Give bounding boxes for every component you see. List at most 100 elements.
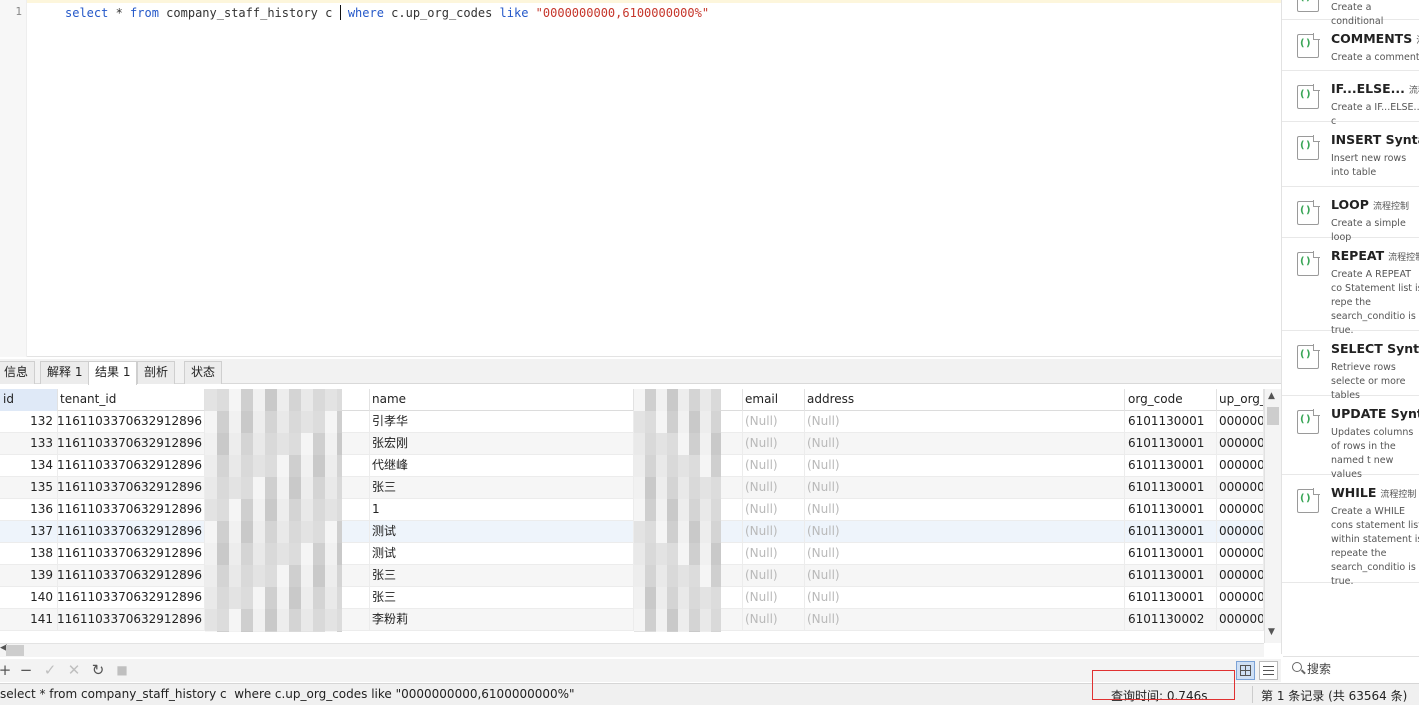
- cell-address[interactable]: (Null): [804, 521, 1125, 543]
- cell-org-code[interactable]: 6101130001: [1125, 587, 1217, 609]
- cell-address[interactable]: (Null): [804, 587, 1125, 609]
- apply-changes-icon[interactable]: ✓: [41, 661, 59, 679]
- cell-org-code[interactable]: 6101130001: [1125, 499, 1217, 521]
- cell-tenant-id[interactable]: 1161103370632912896: [57, 609, 205, 631]
- snippet-item[interactable]: Create a conditional: [1282, 0, 1419, 27]
- cell-org-code[interactable]: 6101130001: [1125, 411, 1217, 433]
- cell-up-org-codes[interactable]: 000000000: [1216, 433, 1264, 455]
- cell-name[interactable]: 张宏刚: [369, 433, 634, 455]
- snippet-item-if-else[interactable]: IF...ELSE...流程控 Create a IF...ELSE... c: [1282, 71, 1419, 127]
- cell-up-org-codes[interactable]: 000000000: [1216, 499, 1264, 521]
- cell-address[interactable]: (Null): [804, 609, 1125, 631]
- cell-name[interactable]: 测试: [369, 543, 634, 565]
- discard-changes-icon[interactable]: ✕: [65, 661, 83, 679]
- table-row[interactable]: 136 1161103370632912896 1 (Null) (Null) 61011…: [0, 499, 1264, 521]
- grid-view-button[interactable]: [1236, 661, 1255, 680]
- cell-id[interactable]: 136: [0, 499, 58, 521]
- table-row[interactable]: 140 1161103370632912896 张三 (Null) (Null) 6101…: [0, 587, 1264, 609]
- table-row[interactable]: 134 1161103370632912896 代继峰 (Null) (Null) 610…: [0, 455, 1264, 477]
- cell-org-code[interactable]: 6101130002: [1125, 609, 1217, 631]
- tab-status[interactable]: 状态: [184, 361, 223, 384]
- cell-name[interactable]: 张三: [369, 565, 634, 587]
- scrollbar-thumb[interactable]: [6, 645, 24, 656]
- cell-name[interactable]: 张三: [369, 477, 634, 499]
- cell-org-code[interactable]: 6101130001: [1125, 455, 1217, 477]
- cell-email[interactable]: (Null): [742, 455, 805, 477]
- column-header-id[interactable]: id: [0, 389, 58, 411]
- cell-address[interactable]: (Null): [804, 543, 1125, 565]
- vertical-scrollbar[interactable]: ▲ ▼: [1264, 389, 1281, 643]
- sql-editor[interactable]: 1 select * from company_staff_history c …: [0, 0, 1281, 357]
- tab-explain[interactable]: 解释 1: [40, 361, 90, 384]
- cell-org-code[interactable]: 6101130001: [1125, 565, 1217, 587]
- cell-name[interactable]: 1: [369, 499, 634, 521]
- column-header-address[interactable]: address: [804, 389, 1125, 411]
- cell-up-org-codes[interactable]: 000000000: [1216, 587, 1264, 609]
- cell-org-code[interactable]: 6101130001: [1125, 521, 1217, 543]
- add-record-icon[interactable]: +: [0, 661, 14, 679]
- cell-id[interactable]: 138: [0, 543, 58, 565]
- cell-up-org-codes[interactable]: 000000000: [1216, 477, 1264, 499]
- snippet-item-insert[interactable]: INSERT Syntax Insert new rows into table: [1282, 122, 1419, 187]
- cell-name[interactable]: 张三: [369, 587, 634, 609]
- cell-up-org-codes[interactable]: 000000000: [1216, 411, 1264, 433]
- cell-tenant-id[interactable]: 1161103370632912896: [57, 455, 205, 477]
- cell-address[interactable]: (Null): [804, 455, 1125, 477]
- cell-tenant-id[interactable]: 1161103370632912896: [57, 521, 205, 543]
- cell-email[interactable]: (Null): [742, 499, 805, 521]
- cell-id[interactable]: 133: [0, 433, 58, 455]
- refresh-icon[interactable]: ↻: [89, 661, 107, 679]
- cell-email[interactable]: (Null): [742, 521, 805, 543]
- cell-email[interactable]: (Null): [742, 565, 805, 587]
- delete-record-icon[interactable]: −: [17, 661, 35, 679]
- scroll-up-arrow-icon[interactable]: ▲: [1268, 391, 1275, 401]
- cell-tenant-id[interactable]: 1161103370632912896: [57, 587, 205, 609]
- tab-info[interactable]: 信息: [0, 361, 36, 384]
- cell-id[interactable]: 134: [0, 455, 58, 477]
- cell-id[interactable]: 139: [0, 565, 58, 587]
- cell-id[interactable]: 137: [0, 521, 58, 543]
- cell-email[interactable]: (Null): [742, 477, 805, 499]
- table-row[interactable]: 139 1161103370632912896 张三 (Null) (Null) 6101…: [0, 565, 1264, 587]
- cell-tenant-id[interactable]: 1161103370632912896: [57, 411, 205, 433]
- horizontal-scrollbar[interactable]: ◀: [0, 643, 1264, 657]
- cell-org-code[interactable]: 6101130001: [1125, 433, 1217, 455]
- cell-org-code[interactable]: 6101130001: [1125, 543, 1217, 565]
- cell-name[interactable]: 李粉莉: [369, 609, 634, 631]
- table-row[interactable]: 138 1161103370632912896 测试 (Null) (Null) 6101…: [0, 543, 1264, 565]
- scrollbar-thumb[interactable]: [1267, 407, 1279, 425]
- cell-email[interactable]: (Null): [742, 587, 805, 609]
- table-row[interactable]: 137 1161103370632912896 测试 (Null) (Null) 6101…: [0, 521, 1264, 543]
- result-grid[interactable]: id tenant_id name email address org_code…: [0, 389, 1264, 632]
- column-header-email[interactable]: email: [742, 389, 805, 411]
- cell-tenant-id[interactable]: 1161103370632912896: [57, 543, 205, 565]
- snippet-item-update[interactable]: UPDATE Synta Updates columns of rows in …: [1282, 396, 1419, 480]
- cell-email[interactable]: (Null): [742, 543, 805, 565]
- cell-id[interactable]: 135: [0, 477, 58, 499]
- stop-icon[interactable]: ■: [113, 661, 131, 679]
- tab-profile[interactable]: 剖析: [137, 361, 176, 384]
- cell-org-code[interactable]: 6101130001: [1125, 477, 1217, 499]
- table-row[interactable]: 141 1161103370632912896 李粉莉 (Null) (Null) 610…: [0, 609, 1264, 631]
- cell-name[interactable]: 引孝华: [369, 411, 634, 433]
- form-view-button[interactable]: [1259, 661, 1278, 680]
- cell-address[interactable]: (Null): [804, 499, 1125, 521]
- cell-tenant-id[interactable]: 1161103370632912896: [57, 477, 205, 499]
- cell-tenant-id[interactable]: 1161103370632912896: [57, 499, 205, 521]
- snippet-search[interactable]: 搜索: [1283, 656, 1419, 680]
- cell-id[interactable]: 140: [0, 587, 58, 609]
- cell-address[interactable]: (Null): [804, 433, 1125, 455]
- snippet-item-while[interactable]: WHILE流程控制 Create a WHILE cons statement …: [1282, 475, 1419, 587]
- cell-address[interactable]: (Null): [804, 477, 1125, 499]
- cell-email[interactable]: (Null): [742, 433, 805, 455]
- snippet-item-repeat[interactable]: REPEAT流程控制 Create A REPEAT co Statement …: [1282, 238, 1419, 336]
- table-row[interactable]: 133 1161103370632912896 张宏刚 (Null) (Null) 610…: [0, 433, 1264, 455]
- snippet-item-loop[interactable]: LOOP流程控制 Create a simple loop: [1282, 187, 1419, 243]
- cell-up-org-codes[interactable]: 000000000: [1216, 565, 1264, 587]
- cell-email[interactable]: (Null): [742, 609, 805, 631]
- column-header-tenant-id[interactable]: tenant_id: [57, 389, 205, 411]
- cell-address[interactable]: (Null): [804, 411, 1125, 433]
- column-header-name[interactable]: name: [369, 389, 634, 411]
- cell-up-org-codes[interactable]: 000000000: [1216, 455, 1264, 477]
- cell-email[interactable]: (Null): [742, 411, 805, 433]
